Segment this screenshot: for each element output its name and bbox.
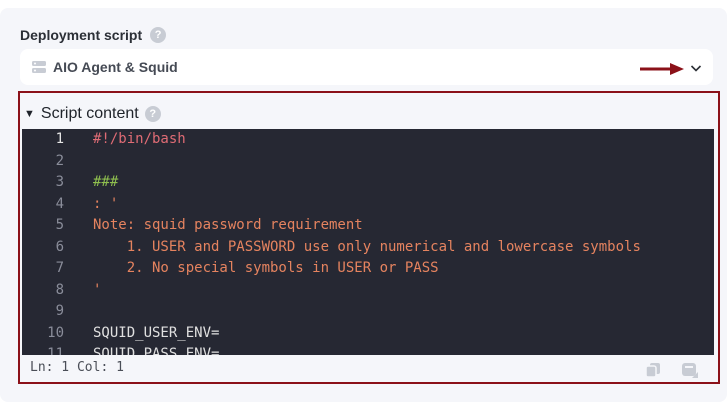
code-text: 2. No special symbols in USER or PASS <box>93 260 439 276</box>
server-icon <box>31 59 47 80</box>
line-number: 2 <box>55 152 64 169</box>
code-text: : ' <box>93 195 119 212</box>
code-line: 6 1. USER and PASSWORD use only numerica… <box>22 237 714 259</box>
deployment-script-label: Deployment script ? <box>20 27 167 43</box>
code-text: Note: squid password requirement <box>93 217 363 233</box>
line-number: 1 <box>55 131 64 147</box>
deployment-script-select[interactable]: AIO Agent & Squid <box>20 49 713 85</box>
selected-script-value: AIO Agent & Squid <box>53 59 178 75</box>
line-number: 3 <box>55 174 64 190</box>
code-line: 10 SQUID_USER_ENV= <box>22 323 714 345</box>
code-line: 9 <box>22 301 714 323</box>
help-icon[interactable]: ? <box>144 106 161 122</box>
code-text: #!/bin/bash <box>93 131 186 147</box>
annotation-arrow-icon <box>640 62 684 80</box>
copy-icon[interactable] <box>645 362 661 383</box>
code-line: 2 <box>22 151 714 173</box>
code-text: ### <box>93 174 119 190</box>
script-content-toggle[interactable]: ▼ Script content ? <box>24 105 161 123</box>
cursor-position: Ln: 1 Col: 1 <box>30 360 124 375</box>
code-line: 3 ### <box>22 172 714 194</box>
code-line: 11 SQUID_PASS_ENV= <box>22 344 714 355</box>
line-number: 10 <box>47 324 64 341</box>
code-line: 5 Note: squid password requirement <box>22 215 714 237</box>
code-editor[interactable]: 1 #!/bin/bash 2 3 ### 4 : ' 5 Note: squid passwo… <box>22 129 714 355</box>
code-line: 1 #!/bin/bash <box>22 129 714 151</box>
help-icon[interactable]: ? <box>150 27 167 43</box>
chevron-down-icon[interactable] <box>690 61 702 79</box>
line-number: 4 <box>55 195 64 212</box>
editor-status-bar: Ln: 1 Col: 1 <box>22 355 714 382</box>
code-text: SQUID_USER_ENV= <box>93 324 220 341</box>
script-content-title: Script content <box>40 105 139 122</box>
line-number: 5 <box>55 217 64 233</box>
collapse-triangle-icon: ▼ <box>24 108 35 120</box>
format-code-icon[interactable] <box>681 361 699 384</box>
line-number: 6 <box>55 238 64 255</box>
line-number: 8 <box>55 281 64 298</box>
code-text: 1. USER and PASSWORD use only numerical … <box>93 238 641 255</box>
code-line: 8 ' <box>22 280 714 302</box>
line-number: 7 <box>55 260 64 276</box>
code-line: 7 2. No special symbols in USER or PASS <box>22 258 714 280</box>
code-text: SQUID_PASS_ENV= <box>93 346 220 355</box>
deployment-script-label-text: Deployment script <box>20 27 143 43</box>
code-line: 4 : ' <box>22 194 714 216</box>
line-number: 11 <box>47 346 64 355</box>
code-text: ' <box>93 281 102 298</box>
line-number: 9 <box>55 303 64 319</box>
